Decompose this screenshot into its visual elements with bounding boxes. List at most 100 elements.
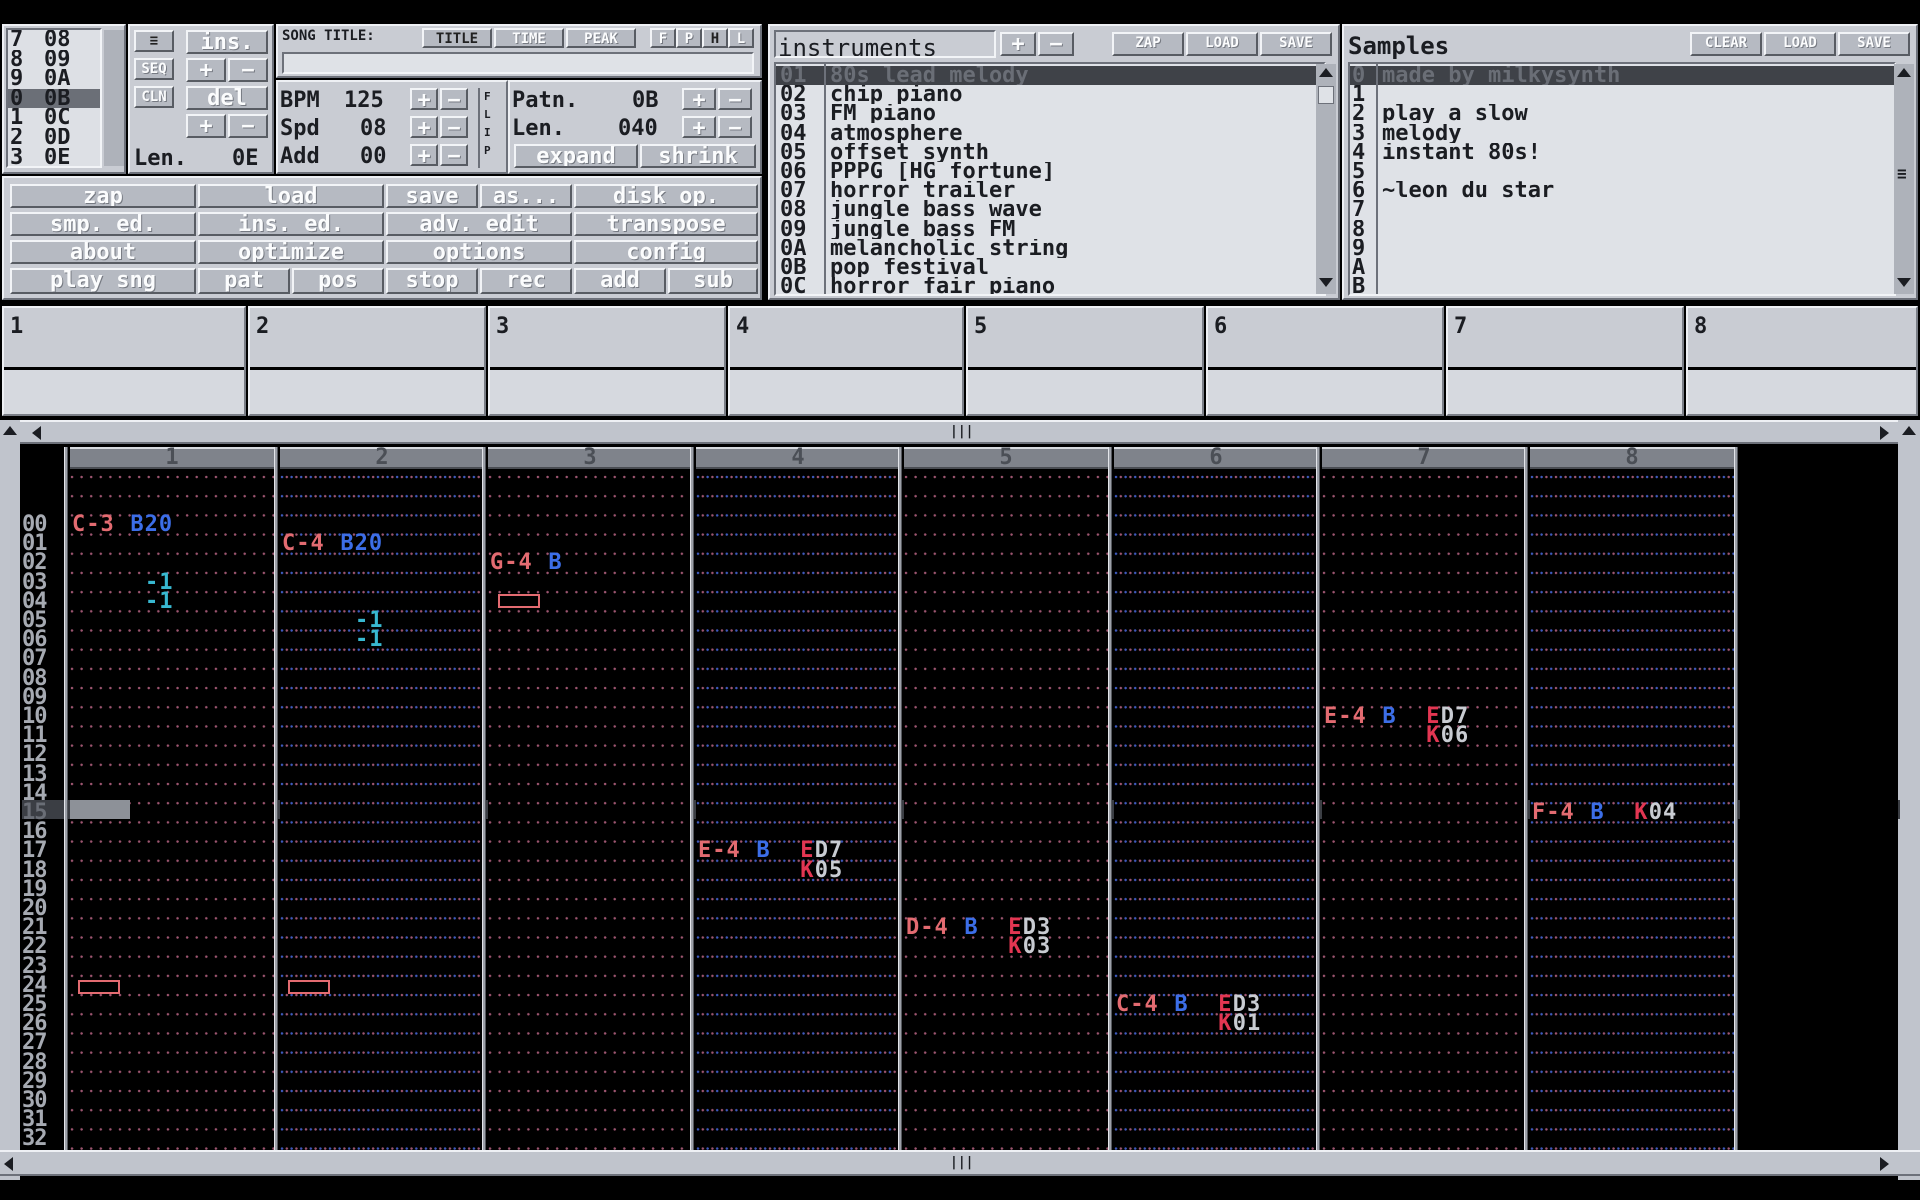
sample-list-item[interactable]: 6 ~leon du star xyxy=(1350,181,1894,200)
sample-list-item[interactable]: 3 melody xyxy=(1350,124,1894,143)
instrument-add-button[interactable]: + xyxy=(1000,32,1036,56)
pattern-cell-effect[interactable]: K xyxy=(800,859,814,881)
pattern-cell-effect[interactable]: K xyxy=(1426,725,1440,747)
sample-save-button[interactable]: SAVE xyxy=(1838,32,1910,56)
expand-button[interactable]: expand xyxy=(514,144,638,168)
pattern-cell-effect[interactable]: K xyxy=(1218,1013,1232,1035)
pattern-cell-effect-param[interactable]: 05 xyxy=(815,859,844,881)
order-list-row[interactable]: 9 0A xyxy=(8,69,100,88)
scroll-right-icon[interactable] xyxy=(1880,1157,1889,1171)
scroll-left-icon[interactable] xyxy=(32,426,41,440)
save-button[interactable]: save xyxy=(386,184,478,208)
scroll-down-icon[interactable] xyxy=(1897,278,1911,287)
sample-list-item[interactable]: 9 xyxy=(1350,239,1894,258)
sample-list-item[interactable]: 0 made by milkysynth xyxy=(1350,66,1894,85)
scroll-down-icon[interactable] xyxy=(1319,278,1333,287)
play-position-button[interactable]: pos xyxy=(292,268,384,294)
order-list-scrollbar[interactable] xyxy=(104,30,124,166)
pattern-cell-instrument[interactable]: B xyxy=(1590,802,1604,824)
pattern-channel-header[interactable]: 3 xyxy=(488,447,692,469)
instrument-list-item[interactable]: 04 atmosphere xyxy=(776,124,1324,143)
scroll-up-icon[interactable] xyxy=(1902,426,1916,435)
play-song-button[interactable]: play sng xyxy=(10,268,196,294)
scroll-left-icon[interactable] xyxy=(4,1157,13,1171)
pattern-channel-7[interactable] xyxy=(1322,475,1526,1150)
channel-scope-2[interactable]: 2 xyxy=(248,306,486,416)
add-button[interactable]: add xyxy=(574,268,666,294)
insert-order-button[interactable]: ins. xyxy=(186,30,268,54)
order-list-row[interactable]: 3 0E xyxy=(8,148,100,167)
pattern-channel-header[interactable]: 1 xyxy=(70,447,274,469)
add-plus-button[interactable]: + xyxy=(410,144,438,166)
pattern-channel-header[interactable]: 5 xyxy=(904,447,1108,469)
horizontal-scrollbar-bottom[interactable]: ||| xyxy=(0,1150,1920,1176)
pattern-cell-volume[interactable]: -1 xyxy=(145,590,174,612)
optimize-button[interactable]: optimize xyxy=(198,240,384,264)
sample-list-scrollbar[interactable]: ≡ xyxy=(1894,64,1914,294)
cln-button[interactable]: CLN xyxy=(134,86,174,108)
pattern-channel-2[interactable] xyxy=(280,475,484,1150)
sample-load-button[interactable]: LOAD xyxy=(1764,32,1836,56)
pattern-cell-note[interactable]: C-4 xyxy=(1116,994,1159,1016)
pattern-channel-header[interactable]: 7 xyxy=(1322,447,1526,469)
order-decrement-button[interactable]: − xyxy=(228,58,268,82)
config-button[interactable]: config xyxy=(574,240,758,264)
sub-button[interactable]: sub xyxy=(668,268,758,294)
pattern-cell-note[interactable]: E-4 xyxy=(698,840,741,862)
load-button[interactable]: load xyxy=(198,184,384,208)
pattern-channel-5[interactable] xyxy=(904,475,1108,1150)
instrument-list-item[interactable]: 02 chip piano xyxy=(776,85,1324,104)
time-tab[interactable]: TIME xyxy=(494,28,564,48)
song-title-input[interactable] xyxy=(282,52,754,74)
instrument-zap-button[interactable]: ZAP xyxy=(1112,32,1184,56)
order-list-row[interactable]: 7 08 xyxy=(8,30,100,49)
pattern-cell-instrument[interactable]: B xyxy=(548,552,562,574)
delete-order-button[interactable]: del xyxy=(186,86,268,110)
record-button[interactable]: rec xyxy=(480,268,572,294)
pattern-cell-effect-param[interactable]: 01 xyxy=(1233,1013,1262,1035)
scroll-thumb[interactable] xyxy=(1318,86,1334,104)
order-list-row[interactable]: 2 0D xyxy=(8,128,100,147)
sample-list-item[interactable]: 8 xyxy=(1350,220,1894,239)
pattern-channel-header[interactable]: 8 xyxy=(1530,447,1734,469)
pattern-cell-note[interactable]: F-4 xyxy=(1532,802,1575,824)
sample-clear-button[interactable]: CLEAR xyxy=(1690,32,1762,56)
instrument-editor-button[interactable]: ins. ed. xyxy=(198,212,384,236)
speed-plus-button[interactable]: + xyxy=(410,116,438,138)
order-list-row[interactable]: 0 0B xyxy=(8,88,100,108)
channel-scope-8[interactable]: 8 xyxy=(1686,306,1918,416)
pattern-cell-instrument[interactable]: B xyxy=(1174,994,1188,1016)
disk-op-button[interactable]: disk op. xyxy=(574,184,758,208)
sample-list-item[interactable]: 7 xyxy=(1350,200,1894,219)
channel-scope-3[interactable]: 3 xyxy=(488,306,726,416)
horizontal-scrollbar-top[interactable]: ||| xyxy=(0,420,1920,444)
instrument-list[interactable]: 01 80s lead melody 02 chip piano 03 FM piano 0… xyxy=(774,62,1326,296)
sample-list-item[interactable]: 1 xyxy=(1350,85,1894,104)
instrument-list-item[interactable]: 05 offset synth xyxy=(776,143,1324,162)
instrument-list-item[interactable]: 01 80s lead melody xyxy=(776,66,1324,85)
flip-button[interactable]: F L I P xyxy=(478,88,498,168)
instrument-load-button[interactable]: LOAD xyxy=(1186,32,1258,56)
transpose-button[interactable]: transpose xyxy=(574,212,758,236)
play-pattern-button[interactable]: pat xyxy=(198,268,290,294)
instrument-save-button[interactable]: SAVE xyxy=(1260,32,1332,56)
scroll-up-icon[interactable] xyxy=(1897,68,1911,77)
title-tab[interactable]: TITLE xyxy=(422,28,492,48)
advanced-edit-button[interactable]: adv. edit xyxy=(386,212,572,236)
instrument-list-scrollbar[interactable] xyxy=(1316,64,1336,294)
pattern-cell-effect-param[interactable]: 03 xyxy=(1023,936,1052,958)
order-list-row[interactable]: 8 09 xyxy=(8,50,100,69)
sample-list-item[interactable]: A xyxy=(1350,258,1894,277)
instrument-list-item[interactable]: 09 jungle bass FM xyxy=(776,220,1324,239)
instrument-list-item[interactable]: 06 PPPG [HG fortune] xyxy=(776,162,1324,181)
save-as-button[interactable]: as... xyxy=(480,184,572,208)
sample-editor-button[interactable]: smp. ed. xyxy=(10,212,196,236)
shrink-button[interactable]: shrink xyxy=(640,144,756,168)
pattern-cell-note[interactable]: C-3 xyxy=(72,514,115,536)
speed-minus-button[interactable]: − xyxy=(440,116,468,138)
pattern-channel-4[interactable] xyxy=(696,475,900,1150)
pattern-cell-note[interactable]: E-4 xyxy=(1324,706,1367,728)
instrument-list-item[interactable]: 07 horror trailer xyxy=(776,181,1324,200)
channel-scope-6[interactable]: 6 xyxy=(1206,306,1444,416)
sample-list-item[interactable]: 5 xyxy=(1350,162,1894,181)
